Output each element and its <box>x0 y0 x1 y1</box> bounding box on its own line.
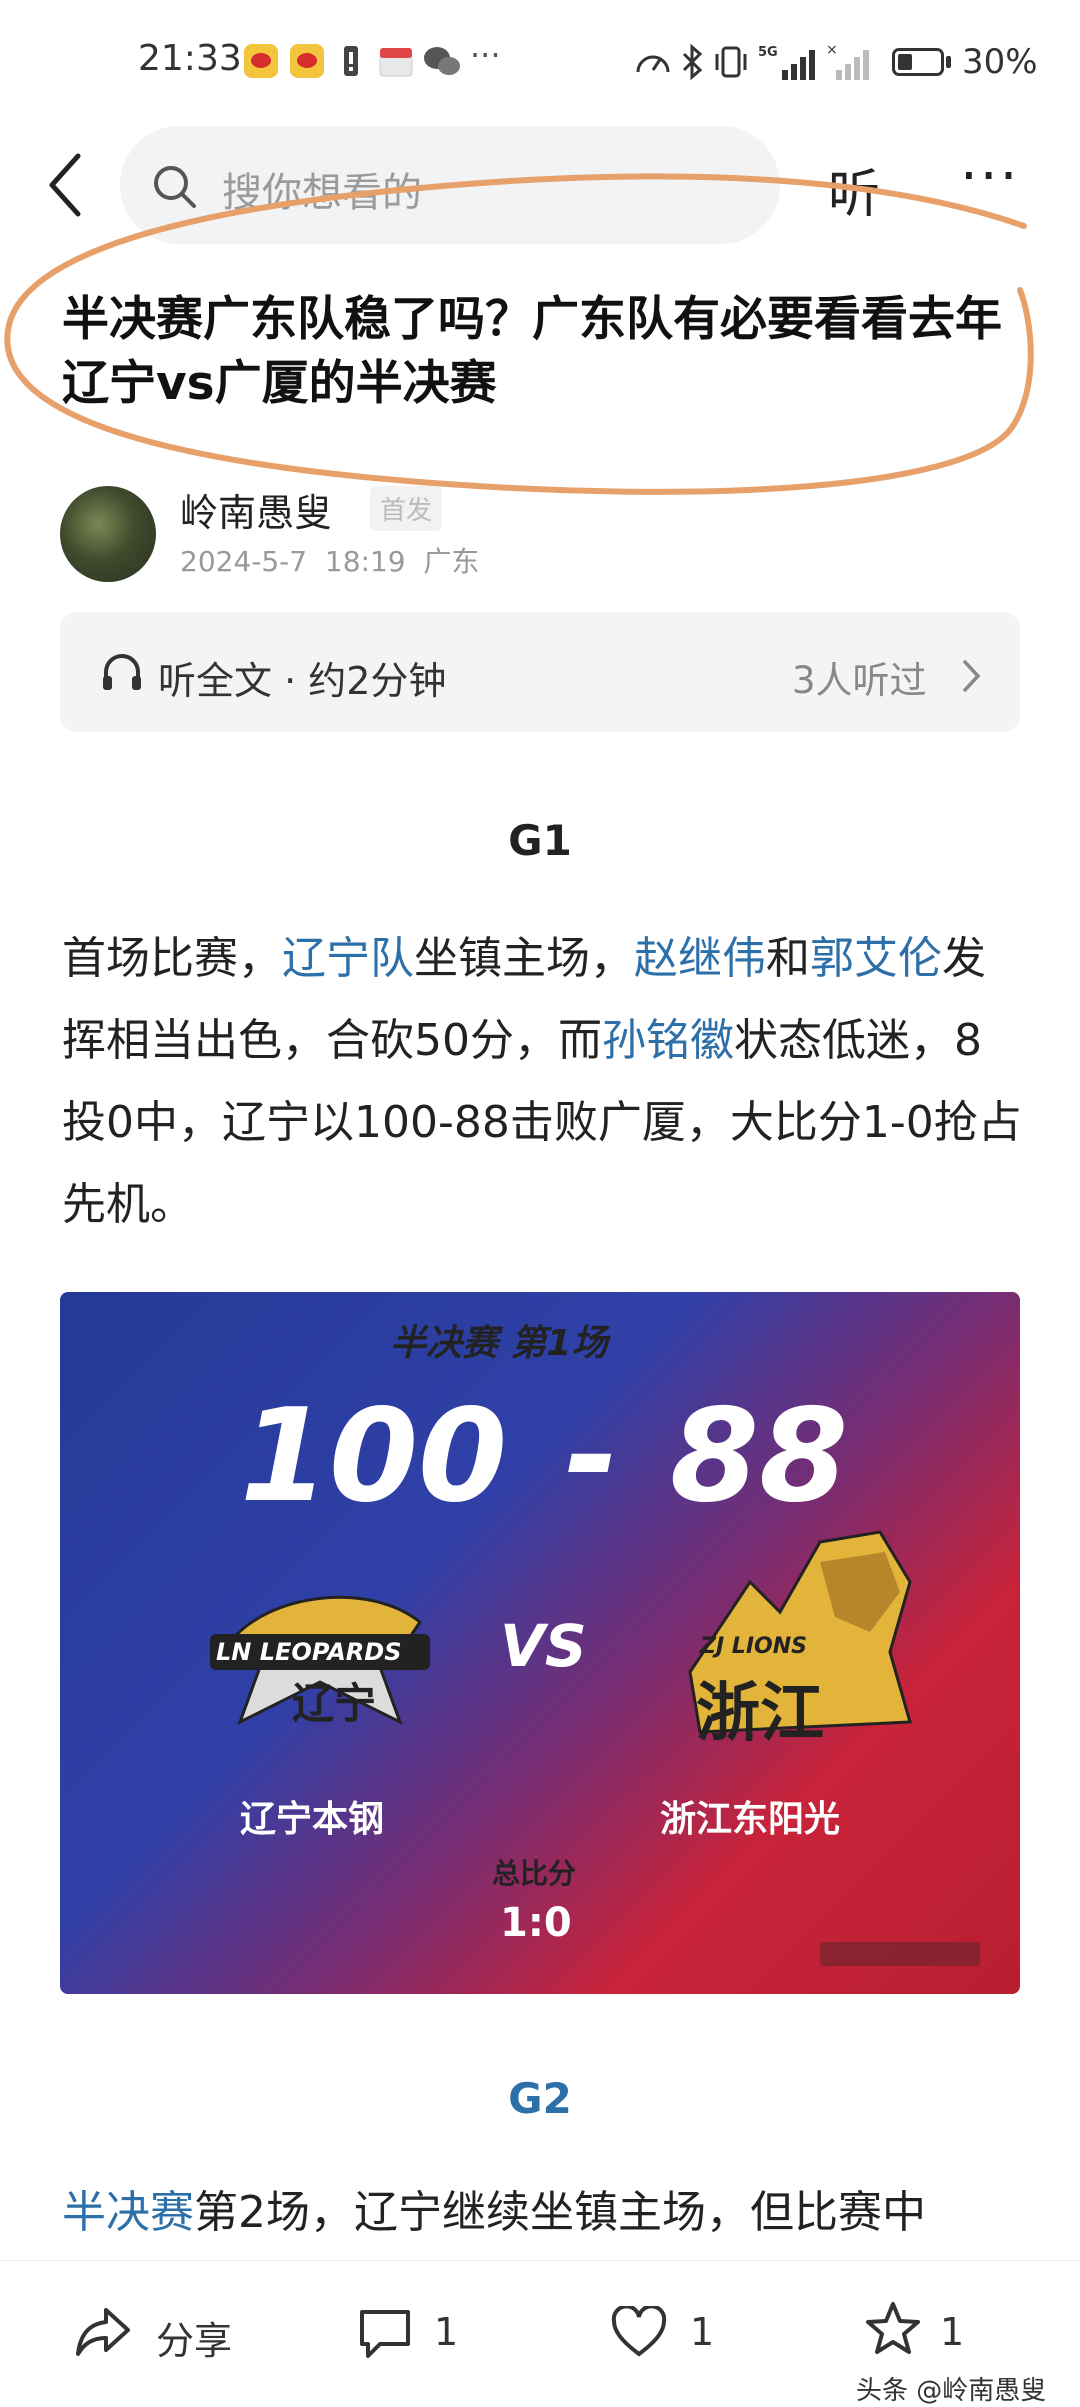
link-liaoning-team[interactable]: 辽宁队 <box>282 933 414 984</box>
first-publish-badge: 首发 <box>370 486 443 531</box>
text-span: 坐镇主场， <box>414 933 634 984</box>
headphones-icon <box>103 654 141 690</box>
gift-icon <box>379 48 413 77</box>
weibo-icon <box>290 44 324 78</box>
link-sun-minghui[interactable]: 孙铭徽 <box>602 1015 734 1066</box>
liaoning-leopards-logo: LN LEOPARDS 辽宁 <box>200 1572 440 1742</box>
favorite-count[interactable]: 1 <box>940 2310 964 2354</box>
status-time: 21:33 <box>138 38 242 79</box>
svg-text:×: × <box>826 42 838 58</box>
battery-percent: 30% <box>962 42 1038 82</box>
score-dash: - <box>565 1382 619 1531</box>
comment-icon[interactable] <box>356 2306 414 2360</box>
section-heading-g2[interactable]: G2 <box>0 2074 1080 2123</box>
image-watermark <box>820 1942 980 1966</box>
article-title: 半决赛广东队稳了吗？广东队有必要看看去年辽宁vs广厦的半决赛 <box>62 292 1002 411</box>
total-score-label: 总比分 <box>492 1857 577 1890</box>
battery-cap <box>946 56 951 68</box>
text-span: 第2场，辽宁继续坐镇主场，但比赛中 <box>194 2187 926 2238</box>
section-heading-g1: G1 <box>508 816 572 865</box>
away-team-name: 浙江东阳光 <box>660 1799 841 1840</box>
wechat-icon <box>424 47 460 75</box>
zhejiang-lions-logo: ZJ LIONS 浙江 <box>670 1522 920 1752</box>
score-subtitle: 半决赛 第1场 <box>390 1323 608 1364</box>
article-meta: 2024-5-7 18:19 广东 <box>180 540 479 580</box>
favorite-star-icon[interactable] <box>864 2300 922 2358</box>
share-label[interactable]: 分享 <box>156 2310 232 2365</box>
chevron-right-icon <box>963 660 981 692</box>
like-heart-icon[interactable] <box>610 2306 668 2358</box>
logo-text: ZJ LIONS <box>700 1634 807 1659</box>
comment-count[interactable]: 1 <box>434 2310 458 2354</box>
signal-sim2-icon: × <box>826 42 869 80</box>
home-score: 100 <box>240 1382 508 1531</box>
total-score: 1:0 <box>500 1900 572 1946</box>
more-notifications-icon: ··· <box>470 36 501 74</box>
g1-paragraph: 首场比赛，辽宁队坐镇主场，赵继伟和郭艾伦发挥相当出色，合砍50分，而孙铭徽状态低… <box>62 918 1024 1246</box>
g2-paragraph: 半决赛第2场，辽宁继续坐镇主场，但比赛中 <box>62 2172 1024 2254</box>
platform-watermark: 头条 @岭南愚叟 <box>856 2376 1047 2406</box>
publish-time: 18:19 <box>324 545 406 578</box>
link-zhao-jiwei[interactable]: 赵继伟 <box>634 933 766 984</box>
author-avatar[interactable] <box>60 486 156 582</box>
listen-count: 3人听过 <box>792 659 927 702</box>
battery-icon <box>892 48 944 76</box>
weibo-icon <box>244 44 278 78</box>
score-image[interactable]: 半决赛 第1场 100 - 88 LN LEOPARDS 辽宁 VS ZJ LI… <box>60 1292 1020 1994</box>
listen-full-text-label: 听全文 · 约2分钟 <box>158 659 447 703</box>
publish-date: 2024-5-7 <box>180 545 308 578</box>
vs-label: VS <box>500 1612 587 1680</box>
svg-text:5G: 5G <box>758 45 778 60</box>
alert-icon <box>344 46 358 76</box>
author-name[interactable]: 岭南愚叟 <box>180 482 332 537</box>
speed-icon <box>636 55 670 73</box>
away-score: 88 <box>670 1382 849 1531</box>
home-team-name: 辽宁本钢 <box>240 1799 385 1840</box>
logo-text: LN LEOPARDS <box>216 1638 402 1666</box>
logo-text-cn: 辽宁 <box>292 1679 377 1728</box>
text-span: 首场比赛， <box>62 933 282 984</box>
text-span: 和 <box>766 933 810 984</box>
signal-5g-icon: 5G <box>758 45 815 80</box>
logo-text-cn: 浙江 <box>696 1677 824 1751</box>
share-icon[interactable] <box>74 2304 134 2360</box>
publish-location: 广东 <box>423 545 480 578</box>
vibrate-icon <box>715 46 747 78</box>
status-bar: 21:33 ··· 5G × 30% <box>0 0 1080 120</box>
link-semifinal[interactable]: 半决赛 <box>62 2187 194 2238</box>
link-guo-ailun[interactable]: 郭艾伦 <box>810 933 942 984</box>
like-count[interactable]: 1 <box>690 2310 714 2354</box>
bluetooth-icon <box>682 44 703 80</box>
